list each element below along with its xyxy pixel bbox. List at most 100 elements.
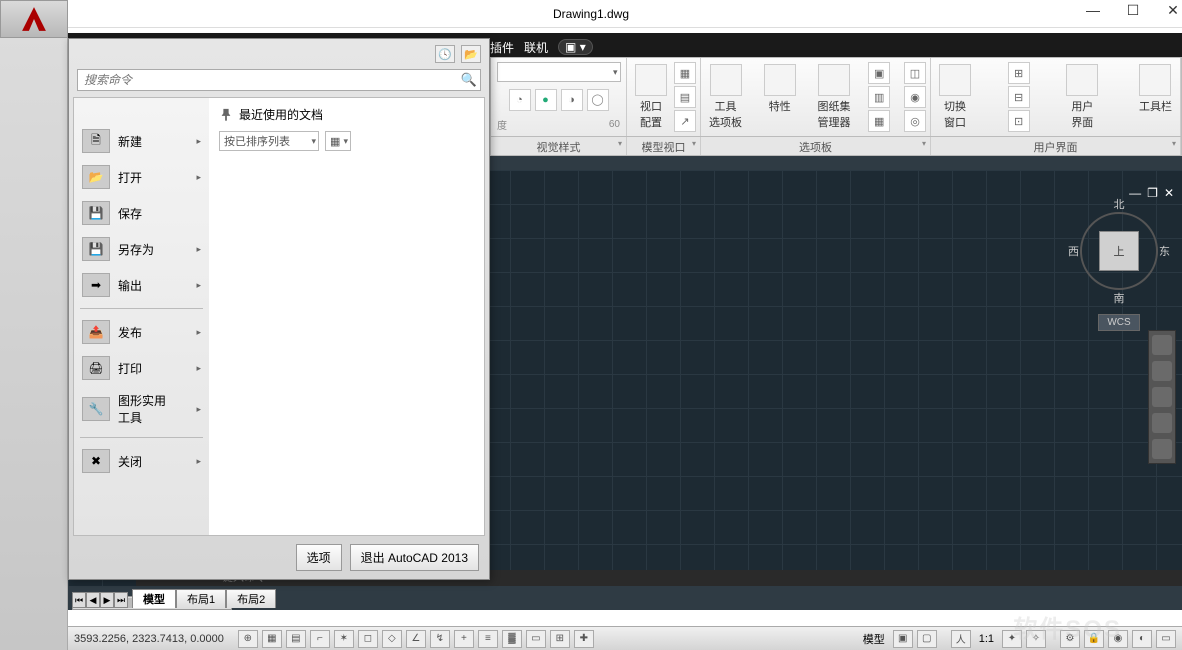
tab-next-icon[interactable]: ▶ bbox=[100, 592, 114, 608]
properties-button[interactable]: 特性 bbox=[760, 62, 800, 116]
menu-saveas[interactable]: 💾另存为▸ bbox=[76, 232, 207, 266]
ribbon-label-ui[interactable]: 用户界面 bbox=[931, 137, 1181, 155]
wcs-label[interactable]: WCS bbox=[1098, 314, 1139, 331]
vp-btn-b[interactable]: ▤ bbox=[674, 86, 696, 108]
ribbon-label-model-vp[interactable]: 模型视口 bbox=[627, 137, 701, 155]
tab-prev-icon[interactable]: ◀ bbox=[86, 592, 100, 608]
menu-new[interactable]: 🗎新建▸ bbox=[76, 124, 207, 158]
nav-show-icon[interactable] bbox=[1152, 439, 1172, 459]
vp-btn-c[interactable]: ↗ bbox=[674, 110, 696, 132]
ribbon-label-visual[interactable]: 视觉样式 bbox=[491, 137, 627, 155]
nav-pan-icon[interactable] bbox=[1152, 361, 1172, 381]
sb-infer-icon[interactable]: ⊕ bbox=[238, 630, 258, 648]
sb-hw-icon[interactable]: ◉ bbox=[1108, 630, 1128, 648]
recent-sort-dropdown[interactable]: 按已排序列表 bbox=[219, 131, 319, 151]
sb-clean-icon[interactable]: ▭ bbox=[1156, 630, 1176, 648]
ribbon-tab-plugins[interactable]: 插件 bbox=[490, 39, 514, 56]
sheetset-button[interactable]: 图纸集 管理器 bbox=[814, 62, 855, 132]
sb-am-icon[interactable]: ✚ bbox=[574, 630, 594, 648]
appmenu-open-icon[interactable]: 📂 bbox=[461, 45, 481, 63]
tab-layout2[interactable]: 布局2 bbox=[226, 589, 276, 608]
sb-sc-icon[interactable]: ⊞ bbox=[550, 630, 570, 648]
sb-osnap-icon[interactable]: ◻ bbox=[358, 630, 378, 648]
panel-btn-5[interactable]: ◉ bbox=[904, 86, 926, 108]
sb-lock-icon[interactable]: 🔒 bbox=[1084, 630, 1104, 648]
sb-dyn-icon[interactable]: + bbox=[454, 630, 474, 648]
command-search[interactable]: 🔍 bbox=[77, 69, 481, 91]
application-menu-button[interactable] bbox=[0, 0, 68, 38]
tab-first-icon[interactable]: ⏮ bbox=[72, 592, 86, 608]
sb-tpy-icon[interactable]: ▓ bbox=[502, 630, 522, 648]
toolbar-button[interactable]: 工具栏 bbox=[1135, 62, 1176, 116]
style-btn-4[interactable]: ◯ bbox=[587, 89, 609, 111]
doc-close-icon[interactable]: ✕ bbox=[1164, 186, 1174, 200]
navigation-bar[interactable] bbox=[1148, 330, 1176, 464]
sb-ortho-icon[interactable]: ⌐ bbox=[310, 630, 330, 648]
close-button[interactable]: ✕ bbox=[1166, 2, 1180, 19]
sb-annoscale-icon[interactable]: ✦ bbox=[1002, 630, 1022, 648]
ui-btn-2[interactable]: ⊟ bbox=[1008, 86, 1030, 108]
ribbon-tab-online[interactable]: 联机 bbox=[524, 39, 548, 56]
sb-grid-icon[interactable]: ▤ bbox=[286, 630, 306, 648]
menu-publish[interactable]: 📤发布▸ bbox=[76, 315, 207, 349]
sb-ann-icon[interactable]: 人 bbox=[951, 630, 971, 648]
ribbon-label-panel[interactable]: 选项板 bbox=[701, 137, 931, 155]
sb-lwt-icon[interactable]: ≡ bbox=[478, 630, 498, 648]
vc-south[interactable]: 南 bbox=[1074, 290, 1164, 306]
sb-3dosnap-icon[interactable]: ◇ bbox=[382, 630, 402, 648]
sb-polar-icon[interactable]: ✶ bbox=[334, 630, 354, 648]
menu-export[interactable]: ➡输出▸ bbox=[76, 268, 207, 302]
style-btn-3[interactable]: ◑ bbox=[561, 89, 583, 111]
panel-btn-3[interactable]: ▦ bbox=[868, 110, 890, 132]
tab-last-icon[interactable]: ⏭ bbox=[114, 592, 128, 608]
nav-orbit-icon[interactable] bbox=[1152, 413, 1172, 433]
panel-btn-6[interactable]: ◎ bbox=[904, 110, 926, 132]
panel-btn-1[interactable]: ▣ bbox=[868, 62, 890, 84]
command-search-input[interactable] bbox=[77, 69, 481, 91]
menu-close[interactable]: ✖关闭▸ bbox=[76, 444, 207, 478]
sb-qp-icon[interactable]: ▭ bbox=[526, 630, 546, 648]
sb-model-b-icon[interactable]: ▢ bbox=[917, 630, 937, 648]
panel-btn-4[interactable]: ◫ bbox=[904, 62, 926, 84]
menu-save[interactable]: 💾保存 bbox=[76, 196, 207, 230]
appmenu-recent-icon[interactable]: 🕓 bbox=[435, 45, 455, 63]
sb-ws-icon[interactable]: ⚙ bbox=[1060, 630, 1080, 648]
sb-model-a-icon[interactable]: ▣ bbox=[893, 630, 913, 648]
tab-model[interactable]: 模型 bbox=[132, 589, 176, 608]
switch-window-button[interactable]: 切换 窗口 bbox=[935, 62, 975, 132]
vc-east[interactable]: 东 bbox=[1159, 243, 1170, 259]
menu-utilities[interactable]: 🔧图形实用 工具▸ bbox=[76, 387, 207, 431]
minimize-button[interactable]: — bbox=[1086, 2, 1100, 19]
tool-palette-button[interactable]: 工具 选项板 bbox=[705, 62, 746, 132]
recent-view-dropdown[interactable]: ▦ bbox=[325, 131, 351, 151]
nav-full-icon[interactable] bbox=[1152, 335, 1172, 355]
style-btn-1[interactable]: ◔ bbox=[509, 89, 531, 111]
sb-ducs-icon[interactable]: ↯ bbox=[430, 630, 450, 648]
vc-west[interactable]: 西 bbox=[1068, 243, 1079, 259]
maximize-button[interactable]: ☐ bbox=[1126, 2, 1140, 19]
sb-model-toggle[interactable]: 模型 bbox=[859, 631, 889, 647]
visual-style-dropdown[interactable] bbox=[497, 62, 621, 82]
exit-button[interactable]: 退出 AutoCAD 2013 bbox=[350, 544, 479, 571]
vc-north[interactable]: 北 bbox=[1074, 196, 1164, 212]
menu-open[interactable]: 📂打开▸ bbox=[76, 160, 207, 194]
tab-layout1[interactable]: 布局1 bbox=[176, 589, 226, 608]
user-interface-button[interactable]: 用户 界面 bbox=[1062, 62, 1102, 132]
sb-iso-icon[interactable]: ◐ bbox=[1132, 630, 1152, 648]
sb-otrack-icon[interactable]: ∠ bbox=[406, 630, 426, 648]
ui-btn-3[interactable]: ⊡ bbox=[1008, 110, 1030, 132]
panel-btn-2[interactable]: ▥ bbox=[868, 86, 890, 108]
ribbon-tab-extra-icon[interactable]: ▣ ▾ bbox=[558, 39, 593, 55]
vp-btn-a[interactable]: ▦ bbox=[674, 62, 696, 84]
viewcube[interactable]: 上 bbox=[1099, 231, 1139, 271]
sb-scale[interactable]: 1:1 bbox=[975, 633, 998, 645]
sb-snap-icon[interactable]: ▦ bbox=[262, 630, 282, 648]
ui-btn-1[interactable]: ⊞ bbox=[1008, 62, 1030, 84]
sb-annovis-icon[interactable]: ✧ bbox=[1026, 630, 1046, 648]
menu-print[interactable]: 🖨打印▸ bbox=[76, 351, 207, 385]
nav-zoom-icon[interactable] bbox=[1152, 387, 1172, 407]
options-button[interactable]: 选项 bbox=[296, 544, 342, 571]
viewport-config-button[interactable]: 视口 配置 bbox=[631, 62, 671, 132]
style-btn-2[interactable]: ● bbox=[535, 89, 557, 111]
viewcube-container[interactable]: 北 西 上 东 南 WCS bbox=[1074, 196, 1164, 331]
